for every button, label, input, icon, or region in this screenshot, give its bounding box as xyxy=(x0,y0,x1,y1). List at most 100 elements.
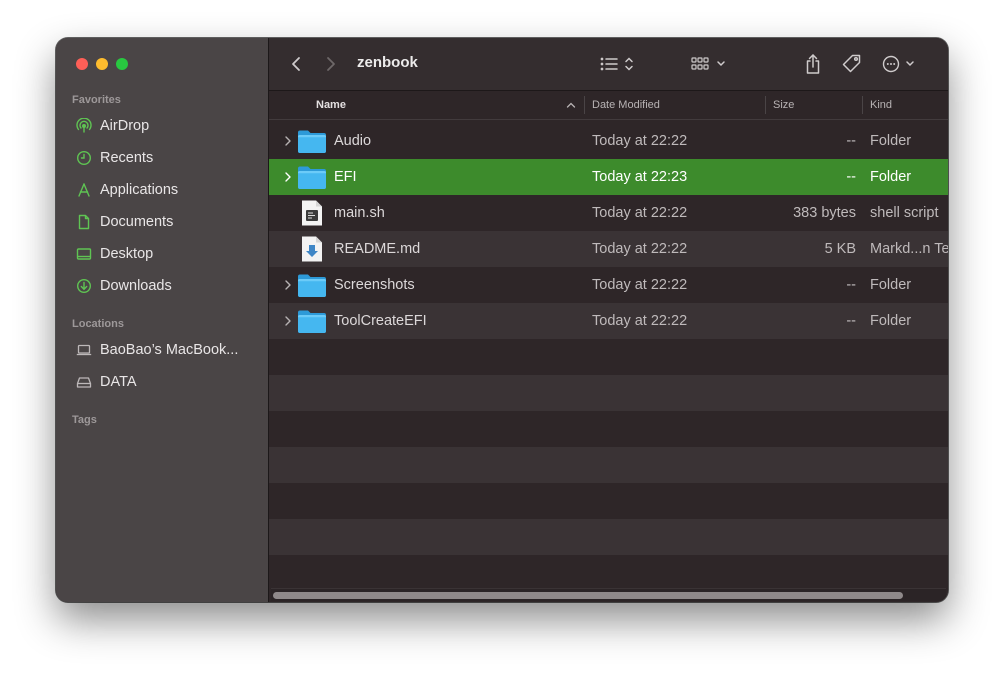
sidebar-item-applications[interactable]: Applications xyxy=(66,176,258,204)
airdrop-icon xyxy=(74,116,94,136)
file-browser: zenbook Name Date Modified Size Kind Aud… xyxy=(269,38,948,602)
file-row[interactable]: README.md Today at 22:22 5 KB Markd...n Te xyxy=(269,231,948,267)
file-size: -- xyxy=(846,169,856,185)
share-button[interactable] xyxy=(803,52,823,76)
file-kind: Markd...n Te xyxy=(870,241,948,257)
sidebar-item-label: Desktop xyxy=(100,246,154,262)
tags-header: Tags xyxy=(72,414,97,426)
column-name[interactable]: Name xyxy=(316,91,346,119)
scrollbar-thumb[interactable] xyxy=(273,592,903,599)
disclosure-chevron-icon[interactable] xyxy=(283,278,293,292)
back-button[interactable] xyxy=(287,52,305,76)
shell-script-icon xyxy=(297,200,327,226)
sidebar-item-macbook[interactable]: BaoBao’s MacBook... xyxy=(66,336,258,364)
file-kind: Folder xyxy=(870,313,912,329)
list-view-icon xyxy=(600,57,633,71)
file-name: ToolCreateEFI xyxy=(334,313,427,329)
empty-row xyxy=(269,411,948,447)
column-header: Name Date Modified Size Kind xyxy=(269,91,948,120)
sort-indicator[interactable] xyxy=(566,91,576,119)
window-title: zenbook xyxy=(357,54,418,71)
sidebar-item-recents[interactable]: Recents xyxy=(66,144,258,172)
column-date-modified[interactable]: Date Modified xyxy=(592,91,660,119)
file-date-modified: Today at 22:22 xyxy=(592,277,688,293)
forward-button[interactable] xyxy=(322,52,340,76)
applications-icon xyxy=(74,180,94,200)
tag-icon xyxy=(842,54,861,73)
file-date-modified: Today at 22:23 xyxy=(592,169,688,185)
disclosure-chevron-icon[interactable] xyxy=(283,134,293,148)
file-date-modified: Today at 22:22 xyxy=(592,313,688,329)
ellipsis-circle-icon xyxy=(882,55,914,73)
share-icon xyxy=(806,54,820,74)
sidebar-item-label: Recents xyxy=(100,150,154,166)
empty-row xyxy=(269,519,948,555)
file-size: -- xyxy=(846,277,856,293)
file-size: -- xyxy=(846,313,856,329)
sidebar-item-desktop[interactable]: Desktop xyxy=(66,240,258,268)
file-kind: shell script xyxy=(870,205,939,221)
column-divider[interactable] xyxy=(862,96,863,114)
favorites-header: Favorites xyxy=(72,94,121,106)
folder-icon xyxy=(297,308,327,334)
file-size: 5 KB xyxy=(824,241,856,257)
file-row[interactable]: main.sh Today at 22:22 383 bytes shell scri… xyxy=(269,195,948,231)
sidebar-item-documents[interactable]: Documents xyxy=(66,208,258,236)
locations-header: Locations xyxy=(72,318,124,330)
window-controls xyxy=(76,58,128,70)
file-date-modified: Today at 22:22 xyxy=(592,205,688,221)
view-options-button[interactable] xyxy=(599,52,639,76)
chevron-left-icon xyxy=(292,57,300,71)
minimize-button[interactable] xyxy=(96,58,108,70)
document-icon xyxy=(74,212,94,232)
sidebar-item-label: Downloads xyxy=(100,278,172,294)
horizontal-scrollbar[interactable] xyxy=(271,588,946,601)
column-divider[interactable] xyxy=(765,96,766,114)
sidebar-item-label: Documents xyxy=(100,214,174,230)
file-row[interactable]: Audio Today at 22:22 -- Folder xyxy=(269,123,948,159)
sidebar-item-airdrop[interactable]: AirDrop xyxy=(66,112,258,140)
more-actions-button[interactable] xyxy=(881,52,917,76)
laptop-icon xyxy=(74,340,94,360)
finder-window: Favorites AirDrop Recents Applications D… xyxy=(56,38,948,602)
folder-icon xyxy=(297,272,327,298)
column-size[interactable]: Size xyxy=(773,91,794,119)
column-divider[interactable] xyxy=(584,96,585,114)
file-name: README.md xyxy=(334,241,421,257)
file-row[interactable]: Screenshots Today at 22:22 -- Folder xyxy=(269,267,948,303)
tag-button[interactable] xyxy=(841,52,863,76)
folder-icon xyxy=(297,128,327,154)
file-name: main.sh xyxy=(334,205,385,221)
chevron-right-icon xyxy=(327,57,335,71)
group-button[interactable] xyxy=(690,52,730,76)
chevron-up-icon xyxy=(566,102,576,108)
empty-row xyxy=(269,375,948,411)
clock-icon xyxy=(74,148,94,168)
sidebar-item-data[interactable]: DATA xyxy=(66,368,258,396)
download-icon xyxy=(74,276,94,296)
empty-row xyxy=(269,339,948,375)
sidebar-item-label: Applications xyxy=(100,182,179,198)
disclosure-chevron-icon[interactable] xyxy=(283,314,293,328)
close-button[interactable] xyxy=(76,58,88,70)
file-kind: Folder xyxy=(870,169,912,185)
file-list: Audio Today at 22:22 -- Folder EFI Today at 2… xyxy=(269,123,948,591)
drive-icon xyxy=(74,372,94,392)
sidebar-item-downloads[interactable]: Downloads xyxy=(66,272,258,300)
empty-row xyxy=(269,447,948,483)
file-name: Screenshots xyxy=(334,277,415,293)
toolbar: zenbook xyxy=(269,38,948,91)
file-date-modified: Today at 22:22 xyxy=(592,133,688,149)
markdown-file-icon xyxy=(297,236,327,262)
file-row[interactable]: ToolCreateEFI Today at 22:22 -- Folder xyxy=(269,303,948,339)
disclosure-chevron-icon[interactable] xyxy=(283,170,293,184)
zoom-button[interactable] xyxy=(116,58,128,70)
sidebar: Favorites AirDrop Recents Applications D… xyxy=(56,38,269,602)
column-kind[interactable]: Kind xyxy=(870,91,892,119)
file-size: -- xyxy=(846,133,856,149)
desktop-icon xyxy=(74,244,94,264)
file-row[interactable]: EFI Today at 22:23 -- Folder xyxy=(269,159,948,195)
file-kind: Folder xyxy=(870,277,912,293)
file-kind: Folder xyxy=(870,133,912,149)
file-name: Audio xyxy=(334,133,372,149)
